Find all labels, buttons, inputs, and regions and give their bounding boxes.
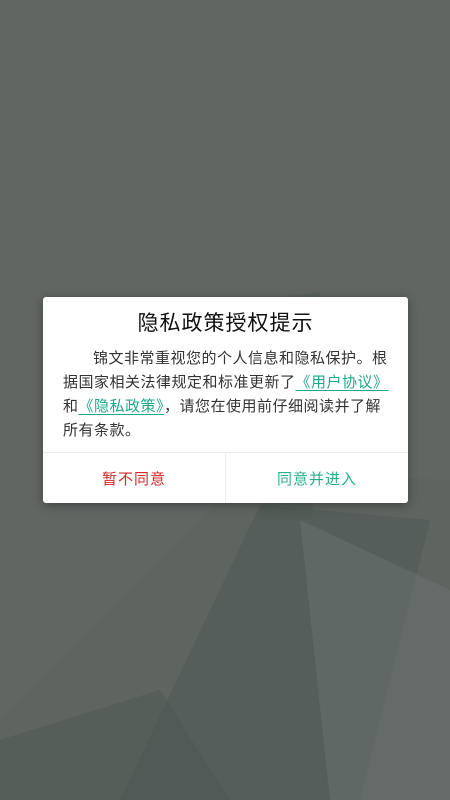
dialog-message: 锦文非常重视您的个人信息和隐私保护。根据国家相关法律规定和标准更新了《用户协议》… [63,346,390,442]
decline-button[interactable]: 暂不同意 [43,453,225,503]
accept-button[interactable]: 同意并进入 [226,453,408,503]
user-agreement-link[interactable]: 《用户协议》 [296,373,389,391]
privacy-consent-dialog: 隐私政策授权提示 锦文非常重视您的个人信息和隐私保护。根据国家相关法律规定和标准… [43,297,408,503]
app-screen: 隐私政策授权提示 锦文非常重视您的个人信息和隐私保护。根据国家相关法律规定和标准… [0,0,450,800]
privacy-policy-link[interactable]: 《隐私政策》 [79,397,165,415]
message-conjunction-text: 和 [63,397,79,415]
dialog-title: 隐私政策授权提示 [137,311,314,335]
